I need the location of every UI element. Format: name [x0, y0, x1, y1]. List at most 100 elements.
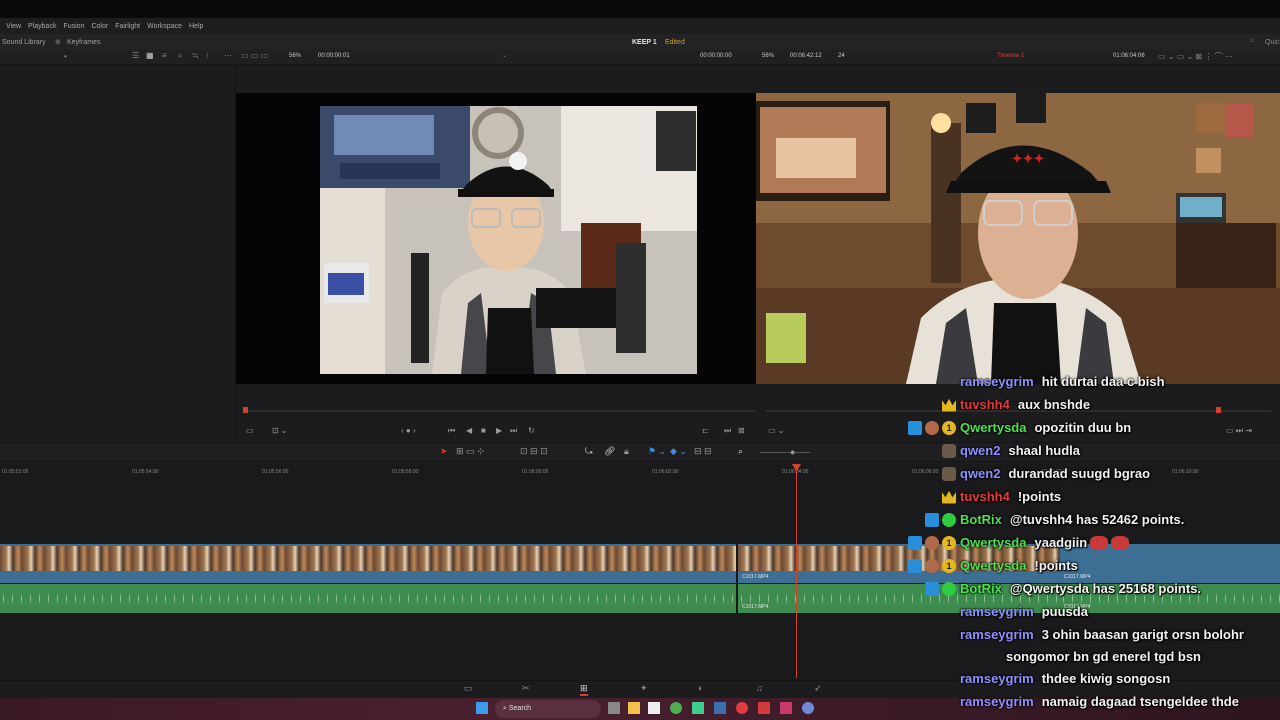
source-playhead[interactable]	[243, 407, 248, 413]
source-scrub-bar[interactable]	[245, 410, 755, 412]
opera-icon[interactable]	[736, 702, 748, 714]
file-explorer-icon[interactable]	[628, 702, 640, 714]
app-icon[interactable]	[758, 702, 770, 714]
store-icon[interactable]	[648, 702, 660, 714]
play-reverse-button[interactable]: ◀	[466, 426, 472, 435]
menu-help[interactable]: Help	[189, 23, 203, 30]
source-zoom[interactable]: 56%	[289, 53, 301, 59]
edit-mode-icons[interactable]: ⊡ ⊟ ⊡	[520, 446, 548, 457]
snapping-icon[interactable]: ⤿	[585, 446, 593, 457]
program-mode-icon[interactable]: ▭ ⌄	[768, 426, 784, 435]
chat-message: 1 Qwertysda opozitin duu bn	[880, 420, 1131, 435]
edit-page-icon[interactable]: ⊞	[580, 683, 588, 696]
verified-badge-icon	[942, 512, 956, 527]
menu-view[interactable]: View	[6, 23, 21, 30]
menu-fusion[interactable]: Fusion	[63, 23, 84, 30]
chat-username: tuvshh4	[960, 489, 1010, 504]
menu-workspace[interactable]: Workspace	[147, 23, 182, 30]
close-viewer-icon[interactable]: ⊠	[738, 426, 745, 435]
viewer-mode-icon[interactable]: ▭	[246, 426, 254, 435]
program-zoom[interactable]: 56%	[762, 53, 774, 59]
chat-message: tuvshh4 aux bnshde	[880, 397, 1090, 412]
taskbar-search[interactable]: ⌕ Search	[495, 700, 601, 718]
menu-fairlight[interactable]: Fairlight	[115, 23, 140, 30]
chat-username: ramseygrim	[960, 627, 1034, 642]
more-icon[interactable]: ⋯	[224, 51, 232, 60]
arrow-badge-icon	[925, 512, 939, 527]
menu-color[interactable]: Color	[91, 23, 108, 30]
cut-page-icon[interactable]: ✂︎	[522, 683, 530, 694]
program-timecode: 01:06:04:06	[1113, 53, 1145, 59]
selection-tool-icon[interactable]: ➤	[440, 446, 448, 457]
marker-icon[interactable]: ◆ ⌄	[670, 446, 687, 457]
deliver-page-icon[interactable]: ➶	[814, 683, 822, 694]
timeline-playhead[interactable]	[796, 464, 797, 678]
ruler-tick: 01:05:54:00	[132, 469, 159, 475]
chrome-icon[interactable]	[670, 702, 682, 714]
avatar-badge-icon	[942, 443, 956, 458]
chat-text: yaadgiin	[1034, 535, 1088, 550]
sort-icon[interactable]: ≡	[162, 51, 167, 60]
match-frame-icon[interactable]: ⊏	[702, 426, 709, 435]
options-icon[interactable]: ⁝	[206, 51, 209, 60]
chat-message: BotRix @Qwertysda has 25168 points.	[880, 581, 1201, 596]
face-badge-icon	[925, 558, 939, 573]
app-icon[interactable]	[780, 702, 792, 714]
play-button[interactable]: ▶	[496, 426, 502, 435]
marker-dropdown-icon[interactable]: ⊡ ⌄	[272, 426, 288, 435]
quick-export-button[interactable]: Quick	[1265, 39, 1280, 46]
source-viewer-frame	[320, 106, 697, 374]
audio-clip[interactable]	[0, 584, 736, 613]
chat-message: ramseygrim thdee kiwig songosn	[880, 671, 1170, 686]
chevron-down-icon[interactable]: ⌄	[502, 52, 507, 59]
chat-text: opozitin duu bn	[1034, 420, 1132, 435]
flag-icon[interactable]: ⚑ ⌄	[648, 446, 666, 457]
chat-username: Qwertysda	[960, 558, 1027, 573]
search-icon[interactable]: ⌕	[178, 51, 182, 61]
source-viewer[interactable]	[236, 93, 756, 384]
list-view-icon[interactable]: ☰	[132, 51, 139, 60]
task-view-icon[interactable]	[608, 702, 620, 714]
viewer-toolbar: • ☰ ▦ ≡ ⌕ ≒ ⁝ ⋯ ▭ ▭ ▭ 56% 00:00:00:01 ⌄ …	[0, 50, 1280, 65]
keyframes-button[interactable]: Keyframes	[67, 39, 100, 46]
link-icon[interactable]: 🔗︎	[604, 446, 615, 457]
menu-playback[interactable]: Playback	[28, 23, 56, 30]
go-to-end-button[interactable]: ⏭	[510, 426, 517, 436]
chat-message: qwen2 shaal hudla	[880, 443, 1080, 458]
chat-text-continuation: songomor bn gd enerel tgd bsn	[1006, 649, 1201, 664]
resolve-icon[interactable]	[714, 702, 726, 714]
chat-text: @tuvshh4 has 52462 points.	[1009, 512, 1185, 527]
lock-icon[interactable]: 🔒︎	[624, 446, 629, 457]
sound-library-button[interactable]: Sound Library	[2, 39, 46, 46]
fairlight-page-icon[interactable]: ♫	[756, 683, 763, 693]
svg-text:✦✦✦: ✦✦✦	[1012, 151, 1045, 166]
timeline-name[interactable]: Timeline 1	[997, 53, 1024, 59]
loop-button[interactable]: ↻	[528, 426, 535, 435]
chat-overlay: ramseygrim hit durtai daa c bish tuvshh4…	[880, 372, 1280, 720]
layout-icon[interactable]: ▭ ▭ ▭	[241, 51, 268, 60]
source-timecode: 00:00:00:01	[318, 53, 350, 59]
video-clip-footer[interactable]	[0, 571, 736, 583]
go-to-start-button[interactable]: ⏮	[448, 426, 455, 436]
start-icon[interactable]	[476, 702, 488, 714]
fullscreen-icon[interactable]: ⌂	[1250, 37, 1254, 44]
discord-icon[interactable]	[802, 702, 814, 714]
viewer-options-icon[interactable]: ▭ ⌄ ▭ ⌄ ⊠ ⋮ ⌒ ⋯	[1158, 51, 1233, 62]
filter-icon[interactable]: ≒	[192, 51, 199, 60]
zoom-mode-icons[interactable]: ⊟ ⊟	[694, 446, 712, 457]
stop-button[interactable]: ■	[481, 426, 486, 435]
trim-tools-icon[interactable]: ⊞ ▭ ⊹	[456, 446, 485, 457]
next-edit-icon[interactable]: ⏭	[724, 426, 731, 436]
video-clip[interactable]	[0, 544, 736, 571]
app-icon[interactable]	[692, 702, 704, 714]
program-viewer[interactable]: ✦✦✦	[756, 93, 1280, 384]
zoom-slider-handle[interactable]: ●	[790, 447, 795, 457]
zoom-icon[interactable]: ⌕	[738, 446, 743, 457]
ruler-tick: 01:05:52:00	[2, 469, 29, 475]
jog-control[interactable]: ‹ ● ›	[401, 426, 416, 435]
color-page-icon[interactable]: ◐	[698, 683, 703, 693]
grid-view-icon[interactable]: ▦	[146, 51, 154, 60]
zoom-slider[interactable]	[760, 452, 810, 453]
media-page-icon[interactable]: ▭	[464, 683, 473, 694]
fusion-page-icon[interactable]: ✦	[640, 683, 648, 694]
